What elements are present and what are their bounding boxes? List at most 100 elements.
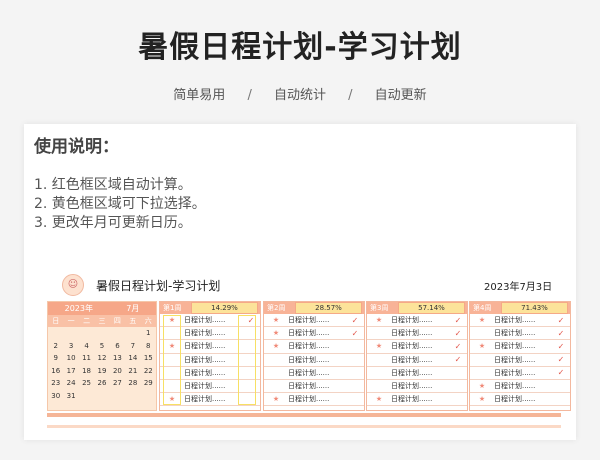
plan-text[interactable]: 日程计划...... xyxy=(288,341,346,351)
star-icon[interactable]: ★ xyxy=(264,395,288,403)
check-icon[interactable]: ✓ xyxy=(552,342,570,351)
plan-row: ★ 日程计划...... xyxy=(264,340,364,354)
week-column: 第1周 14.29% ★ 日程计划...... ✓ 日程计划...... ★ 日程计划....… xyxy=(159,301,261,411)
plan-text[interactable]: 日程计划...... xyxy=(184,315,242,325)
plan-text[interactable]: 日程计划...... xyxy=(184,381,242,391)
week-header: 第3周 57.14% xyxy=(367,302,467,314)
calendar-day[interactable]: 30 xyxy=(48,392,63,400)
plan-text[interactable]: 日程计划...... xyxy=(391,394,449,404)
calendar-day[interactable]: 17 xyxy=(63,367,78,375)
calendar-day[interactable]: 27 xyxy=(110,379,125,387)
plan-text[interactable]: 日程计划...... xyxy=(494,394,552,404)
calendar-day[interactable]: 14 xyxy=(125,354,140,362)
plan-text[interactable]: 日程计划...... xyxy=(494,315,552,325)
plan-text[interactable]: 日程计划...... xyxy=(391,368,449,378)
dropdown-highlight xyxy=(163,315,181,405)
calendar-day[interactable]: 15 xyxy=(141,354,156,362)
star-icon[interactable]: ★ xyxy=(367,316,391,324)
plan-text[interactable]: 日程计划...... xyxy=(184,394,242,404)
calendar-day[interactable]: 13 xyxy=(110,354,125,362)
calendar-day[interactable]: 23 xyxy=(48,379,63,387)
week-header: 第1周 14.29% xyxy=(160,302,260,314)
star-icon[interactable]: ★ xyxy=(470,382,494,390)
plan-text[interactable]: 日程计划...... xyxy=(288,381,346,391)
nav-separator: / xyxy=(247,88,252,103)
weekday-label: 四 xyxy=(113,317,121,325)
check-icon[interactable]: ✓ xyxy=(552,368,570,377)
plan-text[interactable]: 日程计划...... xyxy=(391,381,449,391)
plan-text[interactable]: 日程计划...... xyxy=(288,368,346,378)
check-icon[interactable]: ✓ xyxy=(449,355,467,364)
check-icon[interactable]: ✓ xyxy=(552,329,570,338)
star-icon[interactable]: ★ xyxy=(470,316,494,324)
plan-text[interactable]: 日程计划...... xyxy=(288,355,346,365)
plan-text[interactable]: 日程计划...... xyxy=(391,328,449,338)
check-icon[interactable]: ✓ xyxy=(552,355,570,364)
calendar-day[interactable]: 21 xyxy=(125,367,140,375)
check-icon[interactable]: ✓ xyxy=(346,329,364,338)
plan-row: ★ 日程计划...... xyxy=(470,393,570,407)
check-icon[interactable]: ✓ xyxy=(449,342,467,351)
calendar-day[interactable]: 12 xyxy=(94,354,109,362)
plan-text[interactable]: 日程计划...... xyxy=(494,341,552,351)
plan-text[interactable]: 日程计划...... xyxy=(391,355,449,365)
nav-separator: / xyxy=(348,88,353,103)
preview-card: 使用说明： 1. 红色框区域自动计算。 2. 黄色框区域可下拉选择。 3. 更改… xyxy=(24,124,576,440)
calendar-day[interactable]: 6 xyxy=(110,342,125,350)
plan-text[interactable]: 日程计划...... xyxy=(288,394,346,404)
week-label: 第1周 xyxy=(163,304,182,312)
check-icon[interactable]: ✓ xyxy=(449,329,467,338)
plan-text[interactable]: 日程计划...... xyxy=(494,368,552,378)
calendar-days: 1 2 3 4 5 6 7 8 9 10 11 12 13 14 15 16 17 18 19 20 21 22 23 24 2… xyxy=(48,327,156,402)
check-icon[interactable]: ✓ xyxy=(552,316,570,325)
star-icon[interactable]: ★ xyxy=(264,316,288,324)
star-icon[interactable]: ★ xyxy=(367,395,391,403)
check-icon[interactable]: ✓ xyxy=(449,316,467,325)
calendar-day[interactable]: 19 xyxy=(94,367,109,375)
weekday-label: 日 xyxy=(52,317,60,325)
plan-text[interactable]: 日程计划...... xyxy=(391,341,449,351)
plan-text[interactable]: 日程计划...... xyxy=(184,328,242,338)
star-icon[interactable]: ★ xyxy=(470,342,494,350)
week-percent: 71.43% xyxy=(501,302,568,314)
plan-text[interactable]: 日程计划...... xyxy=(494,355,552,365)
calendar-day[interactable]: 22 xyxy=(141,367,156,375)
calendar-day[interactable]: 28 xyxy=(125,379,140,387)
plan-text[interactable]: 日程计划...... xyxy=(391,315,449,325)
calendar-day[interactable]: 9 xyxy=(48,354,63,362)
calendar-day[interactable]: 4 xyxy=(79,342,94,350)
star-icon[interactable]: ★ xyxy=(264,329,288,337)
plan-row: 日程计划...... xyxy=(367,380,467,394)
check-icon[interactable]: ✓ xyxy=(346,316,364,325)
calendar-day[interactable]: 18 xyxy=(79,367,94,375)
calendar-day[interactable]: 25 xyxy=(79,379,94,387)
calendar-day[interactable]: 29 xyxy=(141,379,156,387)
plan-text[interactable]: 日程计划...... xyxy=(494,328,552,338)
plan-text[interactable]: 日程计划...... xyxy=(184,341,242,351)
calendar-day[interactable]: 2 xyxy=(48,342,63,350)
plan-text[interactable]: 日程计划...... xyxy=(184,355,242,365)
plan-text[interactable]: 日程计划...... xyxy=(288,328,346,338)
calendar-day[interactable]: 7 xyxy=(125,342,140,350)
star-icon[interactable]: ★ xyxy=(470,395,494,403)
calendar-day[interactable]: 24 xyxy=(63,379,78,387)
calendar-month[interactable]: 7月 xyxy=(126,303,139,314)
calendar-day[interactable]: 3 xyxy=(63,342,78,350)
dropdown-highlight xyxy=(238,315,256,405)
calendar-day[interactable]: 10 xyxy=(63,354,78,362)
calendar-day[interactable]: 20 xyxy=(110,367,125,375)
week-column: 第2周 28.57% ★ 日程计划...... ✓ ★ 日程计划...... ✓ ★ 日程计划..… xyxy=(263,301,365,411)
star-icon[interactable]: ★ xyxy=(367,342,391,350)
calendar-day[interactable]: 11 xyxy=(79,354,94,362)
calendar-day[interactable]: 16 xyxy=(48,367,63,375)
star-icon[interactable]: ★ xyxy=(264,342,288,350)
calendar-day[interactable]: 26 xyxy=(94,379,109,387)
plan-text[interactable]: 日程计划...... xyxy=(288,315,346,325)
calendar-day[interactable]: 31 xyxy=(63,392,78,400)
calendar-year[interactable]: 2023年 xyxy=(65,303,93,314)
calendar-day[interactable]: 8 xyxy=(141,342,156,350)
calendar-day[interactable]: 5 xyxy=(94,342,109,350)
calendar-day[interactable]: 1 xyxy=(141,329,156,337)
plan-text[interactable]: 日程计划...... xyxy=(494,381,552,391)
plan-text[interactable]: 日程计划...... xyxy=(184,368,242,378)
